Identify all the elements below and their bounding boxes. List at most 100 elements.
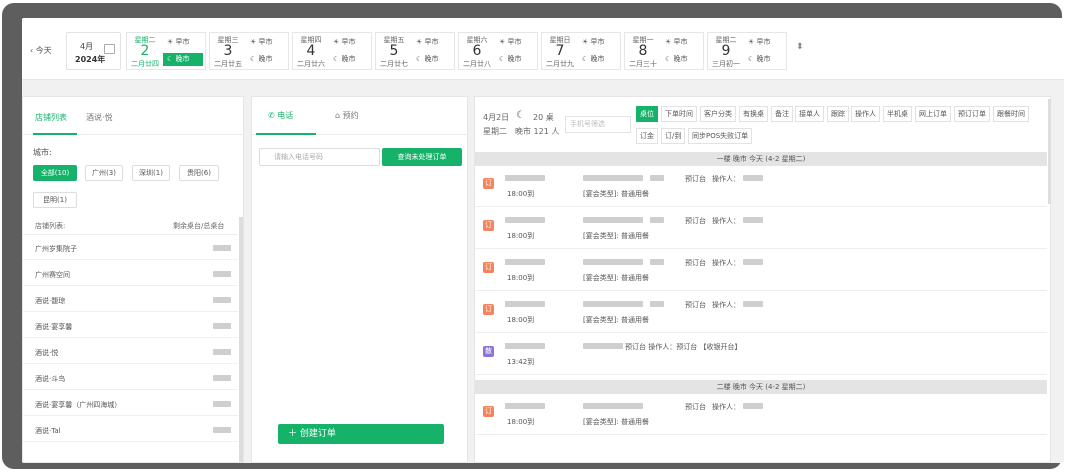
store-name: 酒说·馥琼: [35, 297, 66, 305]
day-cell[interactable]: 星期二 9 三月初一 ☀ 早市 ☾ 晚市: [707, 32, 787, 70]
morning-shift[interactable]: ☀ 早市: [329, 36, 369, 49]
store-row[interactable]: 酒说·悦: [23, 340, 238, 364]
filter-remark[interactable]: 备注: [771, 106, 793, 122]
create-order-button[interactable]: ＋ 创建订单: [278, 424, 444, 444]
table-count: 20 桌: [533, 113, 554, 122]
evening-shift[interactable]: ☾ 晚市: [578, 53, 618, 66]
morning-shift[interactable]: ☀ 早市: [578, 36, 618, 49]
morning-shift[interactable]: ☀ 早市: [661, 36, 701, 49]
lunar-date: 二月廿五: [214, 60, 242, 68]
tab-reserve[interactable]: ⌂ 预约: [335, 110, 359, 121]
calendar-icon[interactable]: [104, 44, 115, 54]
day-cell[interactable]: 星期二 2 二月廿四 ☀ 早市 ☾ 晚市: [126, 32, 206, 70]
mobile-filter-input[interactable]: 手机号筛选: [565, 116, 631, 133]
redacted-value: [505, 343, 545, 349]
morning-shift[interactable]: ☀ 早市: [246, 36, 286, 49]
city-chip-all[interactable]: 全部(10): [33, 165, 77, 181]
booking-tabs: ✆ 电话 ⌂ 预约: [252, 97, 467, 135]
morning-shift[interactable]: ☀ 早市: [495, 36, 535, 49]
tab-reserve-label: 预约: [342, 111, 359, 120]
day-cell[interactable]: 星期五 5 二月廿七 ☀ 早市 ☾ 晚市: [375, 32, 455, 70]
filter-customer-type[interactable]: 客户分类: [700, 106, 736, 122]
order-date: 4月2日: [483, 113, 510, 122]
filter-track[interactable]: 跟踪: [827, 106, 849, 122]
today-button[interactable]: ‹ 今天: [30, 45, 52, 56]
filter-operator[interactable]: 操作人: [851, 106, 880, 122]
phone-search-input[interactable]: 请输入电话号码: [259, 148, 380, 166]
redacted-value: [583, 301, 643, 307]
order-row[interactable]: 订 预订台 操作人： 18:00到 [宴会类型]: 普通用餐: [475, 250, 1047, 291]
morning-shift[interactable]: ☀ 早市: [744, 36, 784, 49]
order-source: 预订台: [685, 259, 706, 267]
day-cell[interactable]: 星期六 6 二月廿八 ☀ 早市 ☾ 晚市: [458, 32, 538, 70]
store-row[interactable]: 酒说·Tal: [23, 418, 238, 442]
store-row[interactable]: 酒说·宴享馨: [23, 314, 238, 338]
order-row[interactable]: 散 13:42到 预订台 操作人：预订台 【收银开台】: [475, 334, 1047, 375]
redacted-value: [213, 349, 231, 355]
arrival-time: 18:00到: [507, 316, 535, 324]
banquet-type: [宴会类型]: 普通用餐: [583, 316, 650, 324]
filter-order-time[interactable]: 下单时间: [661, 106, 697, 122]
day-cell[interactable]: 星期一 8 二月三十 ☀ 早市 ☾ 晚市: [624, 32, 704, 70]
filter-booked-arrived[interactable]: 订/到: [661, 128, 686, 144]
order-source: 预订台: [685, 301, 706, 309]
store-row[interactable]: 广州岁集院子: [23, 236, 238, 260]
city-chip-kunming[interactable]: 昆明(1): [33, 192, 77, 208]
redacted-value: [213, 427, 231, 433]
filter-receiver[interactable]: 接单人: [795, 106, 824, 122]
date-bar: ‹ 今天 4月 2024年 星期二 2 二月廿四 ☀ 早市 ☾ 晚市 星期三 3…: [22, 18, 1064, 80]
query-unprocessed-button[interactable]: 查询未处理订单: [382, 148, 462, 166]
orders-scrollbar[interactable]: [1048, 99, 1051, 204]
redacted-value: [505, 175, 545, 181]
day-cell[interactable]: 星期日 7 二月廿九 ☀ 早市 ☾ 晚市: [541, 32, 621, 70]
banquet-type: [宴会类型]: 普通用餐: [583, 274, 650, 282]
evening-shift[interactable]: ☾ 晚市: [744, 53, 784, 66]
evening-shift[interactable]: ☾ 晚市: [495, 53, 535, 66]
filter-seat[interactable]: 桌位: [636, 106, 658, 122]
lunar-date: 二月廿四: [131, 60, 159, 68]
orders-panel: 4月2日 星期二 ☾ 20 桌 晚市 121 人 手机号筛选 桌位 下单时间 客…: [474, 96, 1051, 463]
filter-pos-sync-failed[interactable]: 同步POS失败订单: [688, 128, 753, 144]
redacted-value: [650, 217, 664, 223]
evening-shift[interactable]: ☾ 晚市: [163, 53, 203, 66]
floor-section-1: 一楼 晚市 今天 (4-2 星期二): [475, 152, 1047, 166]
filter-meal-time[interactable]: 跟餐时间: [993, 106, 1029, 122]
tab-phone[interactable]: ✆ 电话: [268, 110, 293, 121]
order-row[interactable]: 订 预订台 操作人： 18:00到 [宴会类型]: 普通用餐: [475, 208, 1047, 249]
sort-toggle-icon[interactable]: ⬍: [796, 42, 804, 52]
redacted-value: [213, 375, 231, 381]
store-row[interactable]: 酒说·宴享馨（广州四海城）: [23, 392, 238, 416]
arrival-time: 18:00到: [507, 232, 535, 240]
day-number: 9: [721, 43, 731, 59]
evening-shift[interactable]: ☾ 晚市: [246, 53, 286, 66]
filter-deposit[interactable]: 订金: [636, 128, 658, 144]
store-row[interactable]: 广州赛空间: [23, 262, 238, 286]
redacted-value: [213, 245, 231, 251]
evening-shift[interactable]: ☾ 晚市: [661, 53, 701, 66]
order-row[interactable]: 订 预订台 操作人： 18:00到 [宴会类型]: 普通用餐: [475, 394, 1047, 435]
day-cell[interactable]: 星期三 3 二月廿五 ☀ 早市 ☾ 晚市: [209, 32, 289, 70]
day-cell[interactable]: 星期四 4 二月廿六 ☀ 早市 ☾ 晚市: [292, 32, 372, 70]
evening-shift[interactable]: ☾ 晚市: [329, 53, 369, 66]
order-row[interactable]: 订 预订台 操作人： 18:00到 [宴会类型]: 普通用餐: [475, 292, 1047, 333]
store-row[interactable]: 酒说·斗鸟: [23, 366, 238, 390]
order-row[interactable]: 订 预订台 操作人： 18:00到 [宴会类型]: 普通用餐: [475, 166, 1047, 207]
morning-shift[interactable]: ☀ 早市: [412, 36, 452, 49]
filter-table-change[interactable]: 有换桌: [739, 106, 768, 122]
city-chip-guiyang[interactable]: 贵阳(6): [179, 165, 219, 181]
filter-online-order[interactable]: 网上订单: [915, 106, 951, 122]
city-chip-shenzhen[interactable]: 深圳(1): [132, 165, 170, 181]
tab-other[interactable]: 酒说·悦: [86, 112, 113, 123]
morning-shift[interactable]: ☀ 早市: [163, 36, 203, 49]
filter-half-table[interactable]: 半机桌: [883, 106, 912, 122]
month-picker[interactable]: 4月 2024年: [66, 32, 121, 70]
store-row[interactable]: 酒说·馥琼: [23, 288, 238, 312]
store-list-scrollbar[interactable]: [239, 217, 243, 462]
tab-store-list[interactable]: 店铺列表: [35, 112, 67, 123]
day-number: 4: [306, 43, 316, 59]
redacted-value: [743, 259, 763, 265]
filter-reserve-order[interactable]: 预订订单: [954, 106, 990, 122]
evening-shift[interactable]: ☾ 晚市: [412, 53, 452, 66]
reservation-icon: 订: [483, 304, 494, 315]
city-chip-guangzhou[interactable]: 广州(3): [85, 165, 123, 181]
